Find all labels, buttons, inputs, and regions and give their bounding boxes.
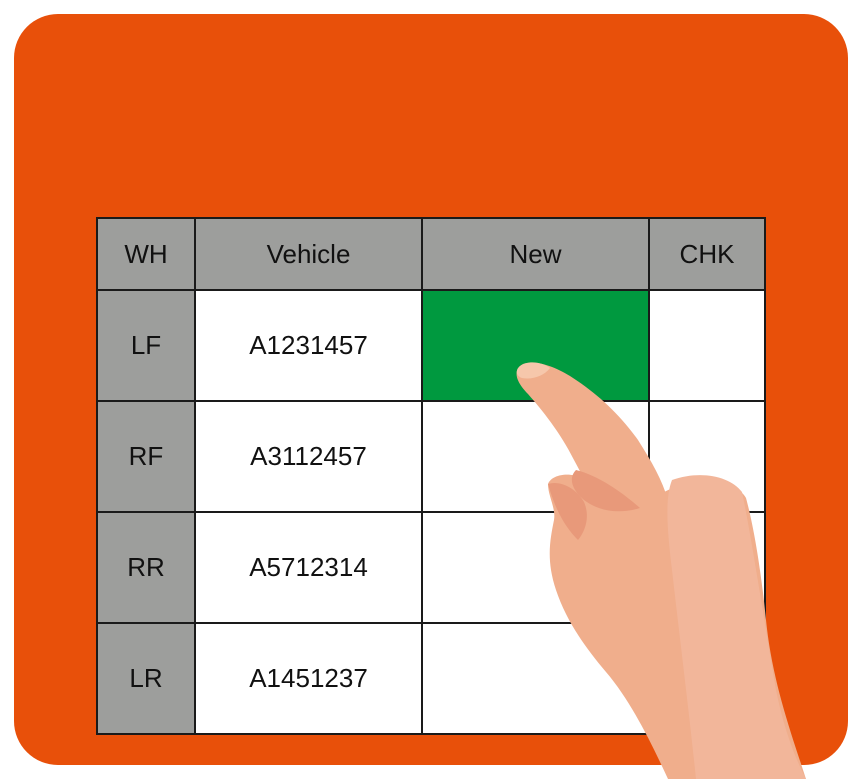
header-chk: CHK: [648, 217, 766, 291]
wheel-position-cell: LF: [96, 289, 196, 402]
header-vehicle: Vehicle: [194, 217, 423, 291]
new-cell-selected[interactable]: [421, 289, 650, 402]
table-row: RF A3112457: [96, 400, 766, 513]
vehicle-id-cell: A1451237: [194, 622, 423, 735]
table-row: LF A1231457: [96, 289, 766, 402]
table-row: LR A1451237: [96, 622, 766, 735]
vehicle-id-cell: A5712314: [194, 511, 423, 624]
wheel-vehicle-table: WH Vehicle New CHK LF A1231457 RF A31124…: [96, 217, 766, 735]
vehicle-id-cell: A3112457: [194, 400, 423, 513]
new-cell[interactable]: [421, 622, 650, 735]
table-row: RR A5712314: [96, 511, 766, 624]
header-wh: WH: [96, 217, 196, 291]
new-cell[interactable]: [421, 511, 650, 624]
header-new: New: [421, 217, 650, 291]
wheel-position-cell: RR: [96, 511, 196, 624]
chk-cell[interactable]: [648, 511, 766, 624]
new-cell[interactable]: [421, 400, 650, 513]
chk-cell[interactable]: [648, 289, 766, 402]
chk-cell[interactable]: [648, 622, 766, 735]
table-header-row: WH Vehicle New CHK: [96, 217, 766, 291]
wheel-position-cell: RF: [96, 400, 196, 513]
chk-cell[interactable]: [648, 400, 766, 513]
vehicle-id-cell: A1231457: [194, 289, 423, 402]
wheel-position-cell: LR: [96, 622, 196, 735]
